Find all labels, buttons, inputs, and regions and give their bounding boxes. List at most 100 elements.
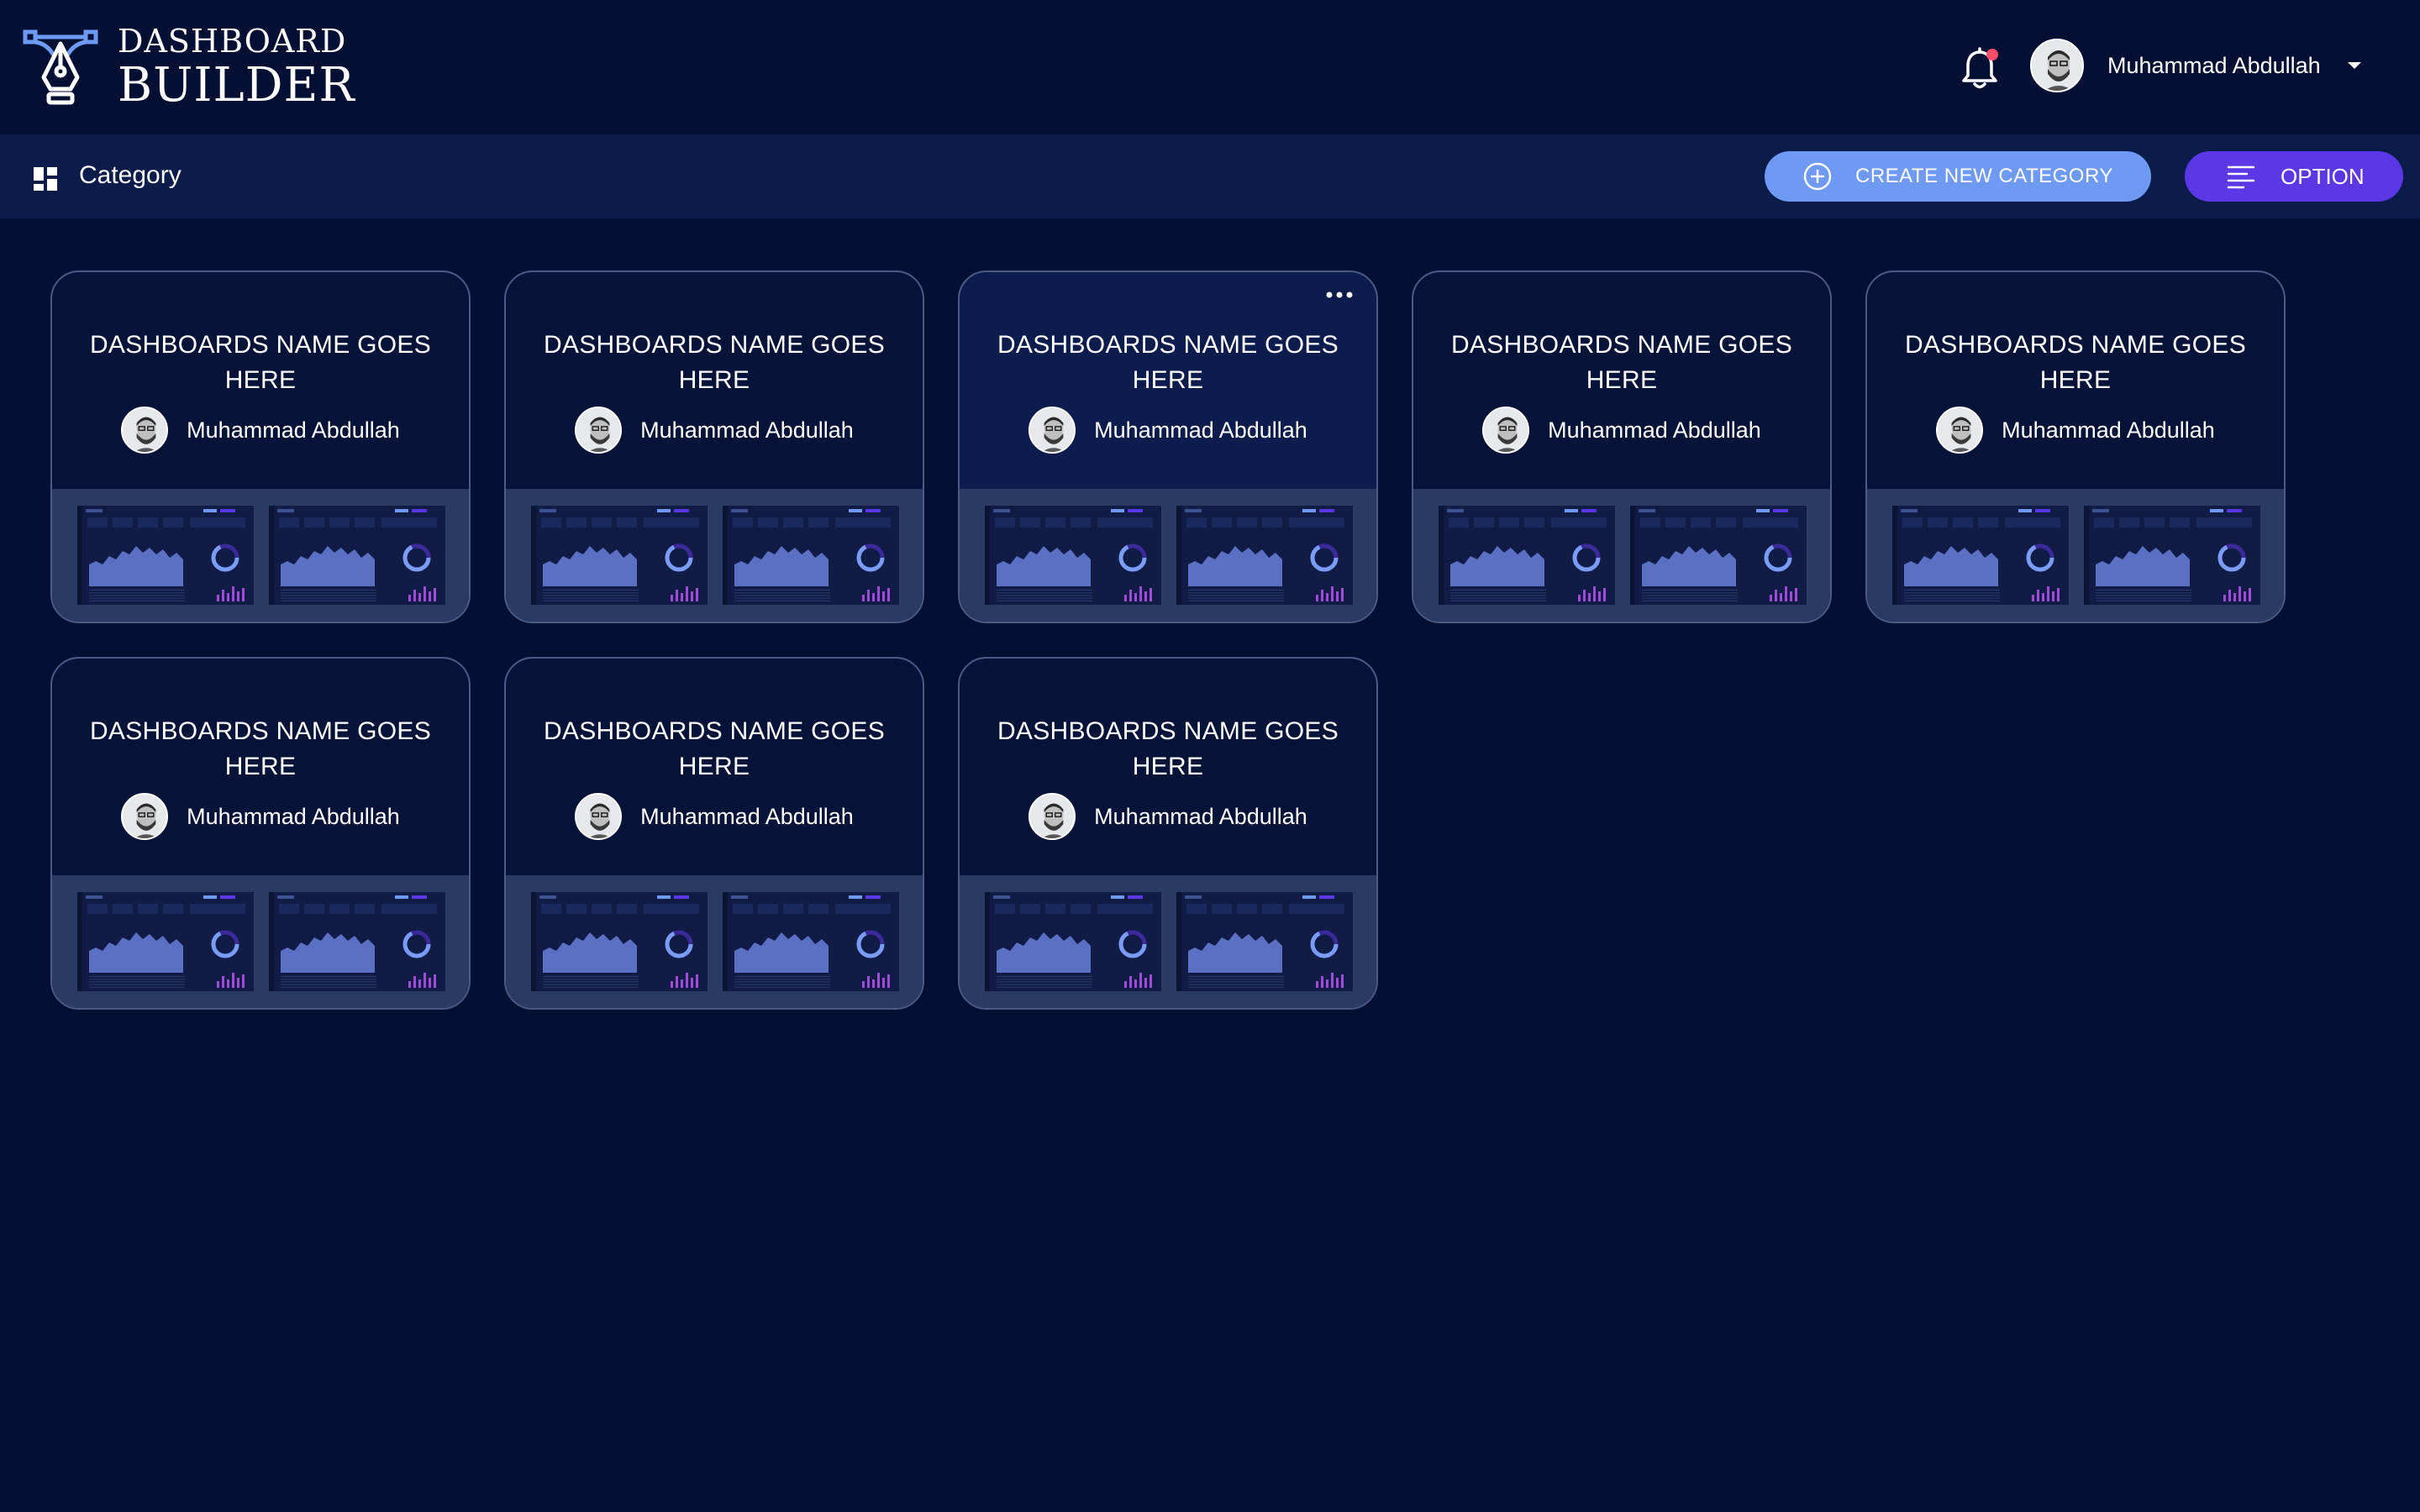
user-avatar-icon <box>576 408 621 452</box>
card-title: DASHBOARDS NAME GOES HERE <box>997 717 1339 780</box>
card-preview <box>506 875 923 1008</box>
dashboard-preview-thumbnail <box>531 892 708 991</box>
card-title: DASHBOARDS NAME GOES HERE <box>543 331 886 394</box>
dashboard-preview-thumbnail <box>531 506 708 605</box>
dashboard-preview-thumbnail <box>985 892 1161 991</box>
card-author: Muhammad Abdullah <box>52 793 469 840</box>
notification-dot <box>1986 49 1998 60</box>
author-name: Muhammad Abdullah <box>640 417 854 443</box>
card-header: DASHBOARDS NAME GOES HERE Muhammad Abdul… <box>52 272 469 489</box>
dashboard-preview-thumbnail <box>2084 506 2260 605</box>
app-header: DASHBOARD BUILDER Muhammad Abdullah <box>0 0 2420 134</box>
card-author: Muhammad Abdullah <box>1867 407 2284 454</box>
create-new-category-button[interactable]: CREATE NEW CATEGORY <box>1765 151 2151 202</box>
user-menu[interactable]: Muhammad Abdullah <box>2030 39 2361 92</box>
card-title: DASHBOARDS NAME GOES HERE <box>1450 331 1793 394</box>
dashboard-preview-thumbnail <box>723 892 899 991</box>
page-title: Category <box>79 161 182 189</box>
author-name: Muhammad Abdullah <box>1094 803 1307 829</box>
card-header: DASHBOARDS NAME GOES HERE Muhammad Abdul… <box>1413 272 1830 489</box>
card-author: Muhammad Abdullah <box>506 793 923 840</box>
dashboard-card[interactable]: DASHBOARDS NAME GOES HERE Muhammad Abdul… <box>958 657 1378 1010</box>
dashboard-preview-thumbnail <box>269 506 445 605</box>
author-name: Muhammad Abdullah <box>2002 417 2215 443</box>
brand-title-line2: BUILDER <box>118 58 355 113</box>
dashboard-preview-thumbnail <box>77 892 254 991</box>
card-title: DASHBOARDS NAME GOES HERE <box>89 331 432 394</box>
dashboard-card[interactable]: DASHBOARDS NAME GOES HERE Muhammad Abdul… <box>1865 270 2286 623</box>
card-preview <box>52 489 469 622</box>
dashboard-preview-thumbnail <box>1630 506 1807 605</box>
category-toolbar: Category CREATE NEW CATEGORY OPTION <box>0 134 2420 218</box>
grid-icon <box>34 167 57 191</box>
avatar <box>121 793 169 840</box>
dashboard-card[interactable]: DASHBOARDS NAME GOES HERE Muhammad Abdul… <box>958 270 1378 623</box>
dashboard-preview-thumbnail <box>1176 506 1353 605</box>
user-avatar-icon <box>123 795 167 838</box>
dashboard-card[interactable]: DASHBOARDS NAME GOES HERE Muhammad Abdul… <box>504 270 924 623</box>
dashboard-card[interactable]: DASHBOARDS NAME GOES HERE Muhammad Abdul… <box>50 657 471 1010</box>
dashboard-preview-thumbnail <box>77 506 254 605</box>
card-header: DASHBOARDS NAME GOES HERE Muhammad Abdul… <box>960 659 1376 875</box>
brand-logo[interactable]: DASHBOARD BUILDER <box>22 25 355 109</box>
card-author: Muhammad Abdullah <box>1413 407 1830 454</box>
card-preview <box>960 875 1376 1008</box>
avatar <box>1936 407 1984 454</box>
card-preview <box>960 489 1376 622</box>
card-preview <box>1413 489 1830 622</box>
card-preview <box>506 489 923 622</box>
more-options-icon[interactable] <box>1323 287 1356 302</box>
avatar <box>121 407 169 454</box>
dashboard-preview-thumbnail <box>1176 892 1353 991</box>
card-title: DASHBOARDS NAME GOES HERE <box>1904 331 2247 394</box>
user-avatar-icon <box>1030 408 1075 452</box>
card-title: DASHBOARDS NAME GOES HERE <box>997 331 1339 394</box>
create-new-category-label: CREATE NEW CATEGORY <box>1855 165 2113 187</box>
card-preview <box>52 875 469 1008</box>
avatar <box>575 407 623 454</box>
dashboard-preview-thumbnail <box>723 506 899 605</box>
dashboard-card[interactable]: DASHBOARDS NAME GOES HERE Muhammad Abdul… <box>1412 270 1832 623</box>
card-header: DASHBOARDS NAME GOES HERE Muhammad Abdul… <box>960 272 1376 489</box>
card-author: Muhammad Abdullah <box>506 407 923 454</box>
card-author: Muhammad Abdullah <box>960 407 1376 454</box>
author-name: Muhammad Abdullah <box>187 803 400 829</box>
plus-circle-icon <box>1803 162 1832 191</box>
author-name: Muhammad Abdullah <box>640 803 854 829</box>
dashboard-preview-thumbnail <box>1892 506 2069 605</box>
avatar <box>1028 793 1076 840</box>
author-name: Muhammad Abdullah <box>187 417 400 443</box>
user-name: Muhammad Abdullah <box>2107 52 2321 78</box>
chevron-down-icon[interactable] <box>2347 62 2361 69</box>
card-title: DASHBOARDS NAME GOES HERE <box>543 717 886 780</box>
author-name: Muhammad Abdullah <box>1548 417 1761 443</box>
dashboard-card[interactable]: DASHBOARDS NAME GOES HERE Muhammad Abdul… <box>504 657 924 1010</box>
card-title: DASHBOARDS NAME GOES HERE <box>89 717 432 780</box>
menu-lines-icon <box>2227 165 2255 189</box>
user-avatar-icon <box>1484 408 1528 452</box>
card-author: Muhammad Abdullah <box>52 407 469 454</box>
user-avatar-icon <box>1030 795 1075 838</box>
user-avatar-icon <box>1938 408 1982 452</box>
dashboard-card[interactable]: DASHBOARDS NAME GOES HERE Muhammad Abdul… <box>50 270 471 623</box>
avatar <box>2030 39 2084 92</box>
card-preview <box>1867 489 2284 622</box>
user-avatar-icon <box>576 795 621 838</box>
pen-tool-logo-icon <box>23 29 98 105</box>
option-label: OPTION <box>2281 163 2365 189</box>
avatar <box>1482 407 1530 454</box>
user-avatar-icon <box>123 408 167 452</box>
dashboard-preview-thumbnail <box>985 506 1161 605</box>
author-name: Muhammad Abdullah <box>1094 417 1307 443</box>
avatar <box>575 793 623 840</box>
card-header: DASHBOARDS NAME GOES HERE Muhammad Abdul… <box>52 659 469 875</box>
user-avatar-icon <box>2032 40 2082 91</box>
brand-title-line1: DASHBOARD <box>118 23 347 60</box>
dashboard-preview-thumbnail <box>1439 506 1615 605</box>
option-button[interactable]: OPTION <box>2185 151 2403 202</box>
card-header: DASHBOARDS NAME GOES HERE Muhammad Abdul… <box>1867 272 2284 489</box>
card-header: DASHBOARDS NAME GOES HERE Muhammad Abdul… <box>506 659 923 875</box>
avatar <box>1028 407 1076 454</box>
card-author: Muhammad Abdullah <box>960 793 1376 840</box>
dashboard-preview-thumbnail <box>269 892 445 991</box>
